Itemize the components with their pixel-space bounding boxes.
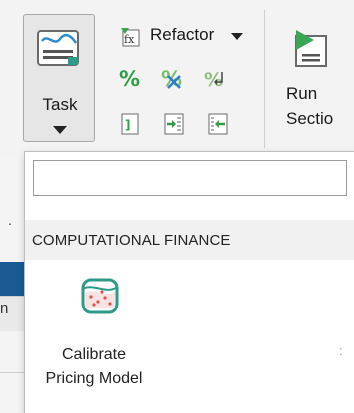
svg-text:]: ]: [125, 118, 130, 132]
gallery-item-label: Calibrate Pricing Model: [45, 346, 143, 387]
task-button[interactable]: Task: [23, 14, 95, 142]
toolstrip: Task fx Refactor % % % ]: [0, 0, 354, 154]
refactor-label[interactable]: Refactor: [150, 25, 214, 45]
task-icon: [37, 30, 79, 66]
percent-wrap-icon[interactable]: %: [204, 66, 228, 90]
selected-tab-highlight[interactable]: [0, 262, 25, 296]
run-section-label-line1: Run: [286, 84, 318, 103]
percent-clear-icon[interactable]: %: [160, 66, 184, 90]
comment-icon[interactable]: ]: [119, 112, 143, 136]
run-section-label-line2: Sectio: [286, 109, 334, 128]
refactor-icon: fx: [121, 28, 140, 47]
refactor-caret-icon[interactable]: [231, 33, 243, 40]
svg-text:%: %: [119, 67, 140, 90]
gallery-scroll-mark: :: [339, 343, 343, 358]
run-section-icon[interactable]: [292, 28, 332, 68]
background-divider: [0, 372, 25, 373]
toolstrip-separator: [264, 10, 265, 148]
category-header-label: COMPUTATIONAL FINANCE: [32, 232, 231, 249]
percent-icon[interactable]: %: [118, 66, 142, 90]
indent-icon[interactable]: [162, 112, 186, 136]
run-section-label[interactable]: Run Sectio: [286, 81, 333, 131]
task-label: Task: [42, 95, 78, 114]
task-gallery-dropdown: COMPUTATIONAL FINANCE Calibrate Pricing …: [25, 152, 354, 413]
background-dot: .: [8, 212, 12, 228]
gallery-search-input[interactable]: [33, 160, 347, 196]
task-dropdown-caret[interactable]: [53, 126, 67, 134]
svg-text:fx: fx: [124, 33, 135, 46]
svg-text:%: %: [204, 69, 223, 90]
background-partial-text: n: [0, 300, 9, 317]
calibrate-pricing-model-icon: [81, 278, 119, 314]
outdent-icon[interactable]: [206, 112, 230, 136]
